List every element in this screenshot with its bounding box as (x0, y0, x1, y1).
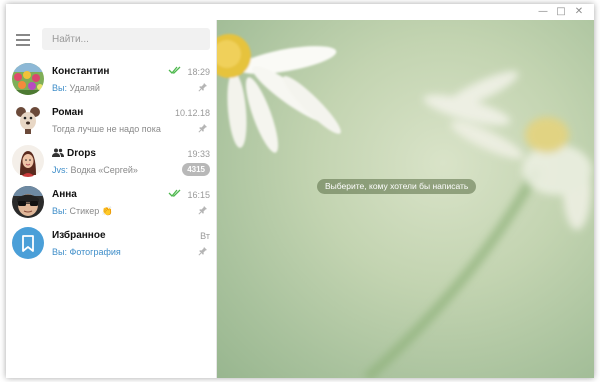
pin-icon (198, 124, 207, 133)
chat-time: 18:29 (187, 67, 210, 77)
chat-time: 16:15 (187, 190, 210, 200)
bookmark-icon (22, 235, 34, 252)
avatar (12, 104, 44, 136)
title-bar: — □ ✕ (6, 4, 594, 20)
avatar (12, 63, 44, 95)
chat-item-anna[interactable]: Анна 16:15 Вы: Стикер 👏 (6, 183, 216, 224)
close-icon[interactable]: ✕ (572, 6, 586, 18)
sidebar: Константин 18:29 Вы: Удаляй (6, 20, 217, 378)
chat-preview: Вы: Фотография (52, 247, 121, 257)
chat-time: 10.12.18 (174, 108, 210, 118)
chat-time: 19:33 (187, 149, 210, 159)
pin-icon (198, 83, 207, 92)
chat-preview: Тогда лучше не надо пока (52, 124, 161, 134)
search-input[interactable] (42, 28, 210, 50)
app-window: — □ ✕ Константи (6, 4, 594, 378)
maximize-icon[interactable]: □ (554, 6, 568, 18)
chat-item-drops[interactable]: Drops 19:33 Jvs: Водка «Сергей» 4315 (6, 142, 216, 183)
avatar (12, 145, 44, 177)
avatar (12, 227, 44, 259)
preview-text: Водка «Сергей» (70, 165, 138, 175)
chat-name: Drops (52, 148, 96, 159)
chat-name: Константин (52, 66, 110, 77)
hamburger-menu-icon[interactable] (16, 34, 30, 46)
chat-item-saved-messages[interactable]: Избранное Вт Вы: Фотография (6, 224, 216, 265)
chat-preview: Вы: Удаляй (52, 83, 100, 93)
group-icon (52, 148, 64, 157)
chat-name: Анна (52, 189, 77, 200)
preview-sender: Jvs: (52, 165, 69, 175)
chat-preview: Вы: Стикер 👏 (52, 206, 113, 217)
double-check-icon (168, 189, 181, 197)
select-chat-hint: Выберите, кому хотели бы написать (317, 179, 477, 194)
chat-time: Вт (200, 231, 210, 241)
unread-badge: 4315 (182, 163, 210, 176)
preview-text: Стикер 👏 (69, 206, 113, 216)
pin-icon (198, 247, 207, 256)
minimize-icon[interactable]: — (536, 6, 550, 18)
preview-text: Удаляй (69, 83, 100, 93)
double-check-icon (168, 66, 181, 74)
chat-background: Выберите, кому хотели бы написать (217, 20, 594, 378)
chat-name: Избранное (52, 230, 106, 241)
pin-icon (198, 206, 207, 215)
chat-item-roman[interactable]: Роман 10.12.18 Тогда лучше не надо пока (6, 101, 216, 142)
chat-name: Роман (52, 107, 84, 118)
preview-text: Фотография (69, 247, 121, 257)
preview-sender: Вы: (52, 206, 67, 216)
preview-sender: Вы: (52, 83, 67, 93)
chat-item-konstantin[interactable]: Константин 18:29 Вы: Удаляй (6, 60, 216, 101)
daisy-wallpaper (217, 34, 592, 378)
chat-name-text: Drops (67, 148, 96, 159)
chat-preview: Jvs: Водка «Сергей» (52, 165, 138, 175)
preview-text: Тогда лучше не надо пока (52, 124, 161, 134)
avatar (12, 186, 44, 218)
preview-sender: Вы: (52, 247, 67, 257)
